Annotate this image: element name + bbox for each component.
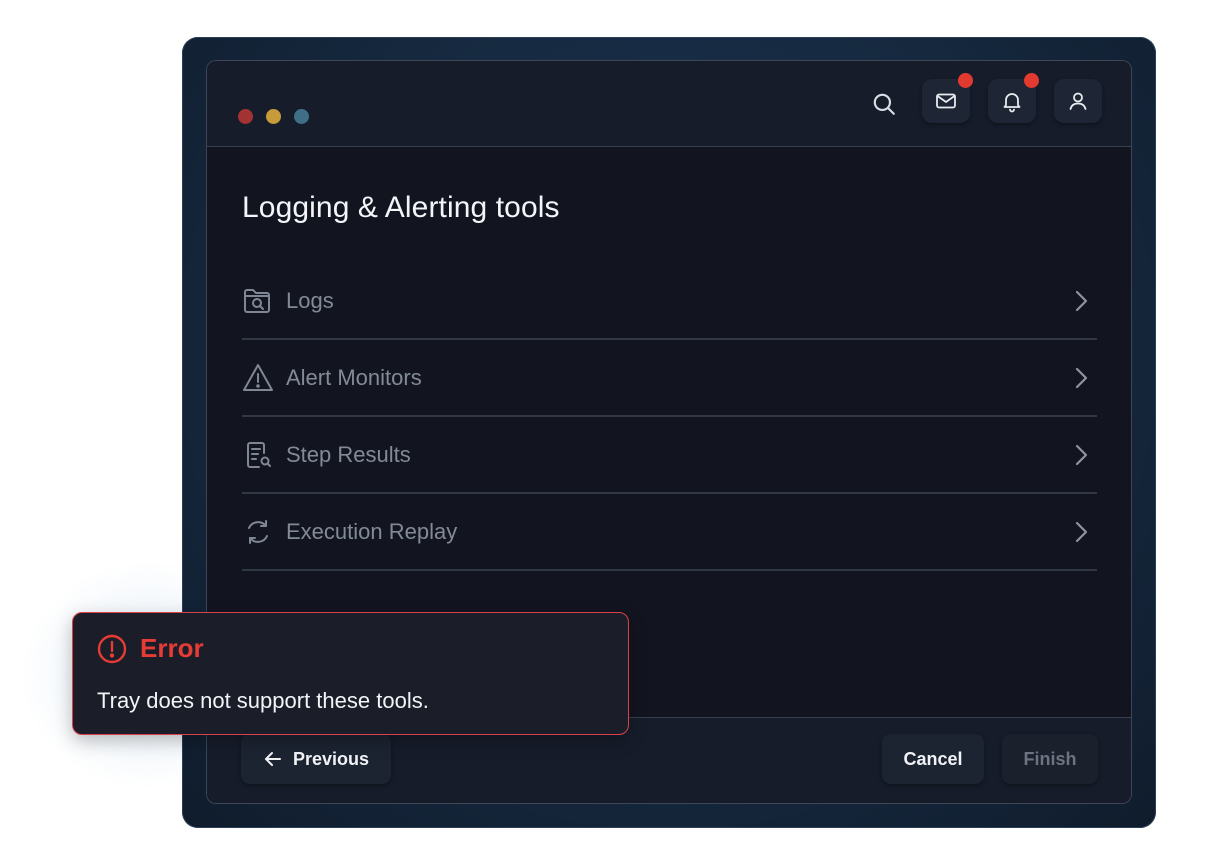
arrow-left-icon (264, 752, 281, 766)
notifications-badge (1024, 73, 1039, 88)
search-button[interactable] (869, 89, 899, 119)
folder-search-icon (244, 289, 270, 313)
tool-label-execution-replay: Execution Replay (286, 518, 458, 544)
tool-label-alert-monitors: Alert Monitors (286, 364, 422, 390)
error-title: Error (140, 633, 204, 663)
user-icon (1069, 92, 1087, 110)
document-search-icon (247, 442, 271, 468)
tool-list: Logs Alert Monitors Step Results Executi… (242, 263, 1097, 571)
profile-button[interactable] (1054, 79, 1102, 123)
chevron-right-icon (1075, 367, 1088, 389)
chevron-right-icon (1075, 521, 1088, 543)
bell-icon (1003, 93, 1021, 113)
notifications-button[interactable] (988, 73, 1039, 123)
window-close-dot[interactable] (238, 109, 253, 124)
previous-label: Previous (292, 748, 370, 769)
chevron-right-icon (1075, 444, 1088, 466)
finish-button[interactable]: Finish (1002, 734, 1098, 784)
tool-item-step-results[interactable]: Step Results (242, 417, 1097, 494)
cancel-button[interactable]: Cancel (882, 734, 984, 784)
tool-item-alert-monitors[interactable]: Alert Monitors (242, 340, 1097, 417)
mail-icon (936, 93, 956, 109)
tool-item-execution-replay[interactable]: Execution Replay (242, 494, 1097, 571)
chevron-right-icon (1075, 290, 1088, 312)
error-toast: Error Tray does not support these tools. (72, 612, 629, 735)
warning-triangle-icon (243, 364, 273, 391)
window-minimize-dot[interactable] (266, 109, 281, 124)
mail-button[interactable] (922, 73, 973, 123)
error-alert-icon (97, 634, 127, 664)
tool-label-step-results: Step Results (286, 441, 411, 467)
window-maximize-dot[interactable] (294, 109, 309, 124)
previous-button[interactable]: Previous (241, 734, 391, 784)
mail-badge (958, 73, 973, 88)
tool-item-logs[interactable]: Logs (242, 263, 1097, 340)
replay-icon (248, 520, 268, 544)
title-bar (207, 61, 1131, 147)
error-message: Tray does not support these tools. (97, 688, 429, 713)
page-title: Logging & Alerting tools (242, 191, 560, 224)
search-icon (873, 93, 895, 115)
tool-label-logs: Logs (286, 287, 334, 313)
